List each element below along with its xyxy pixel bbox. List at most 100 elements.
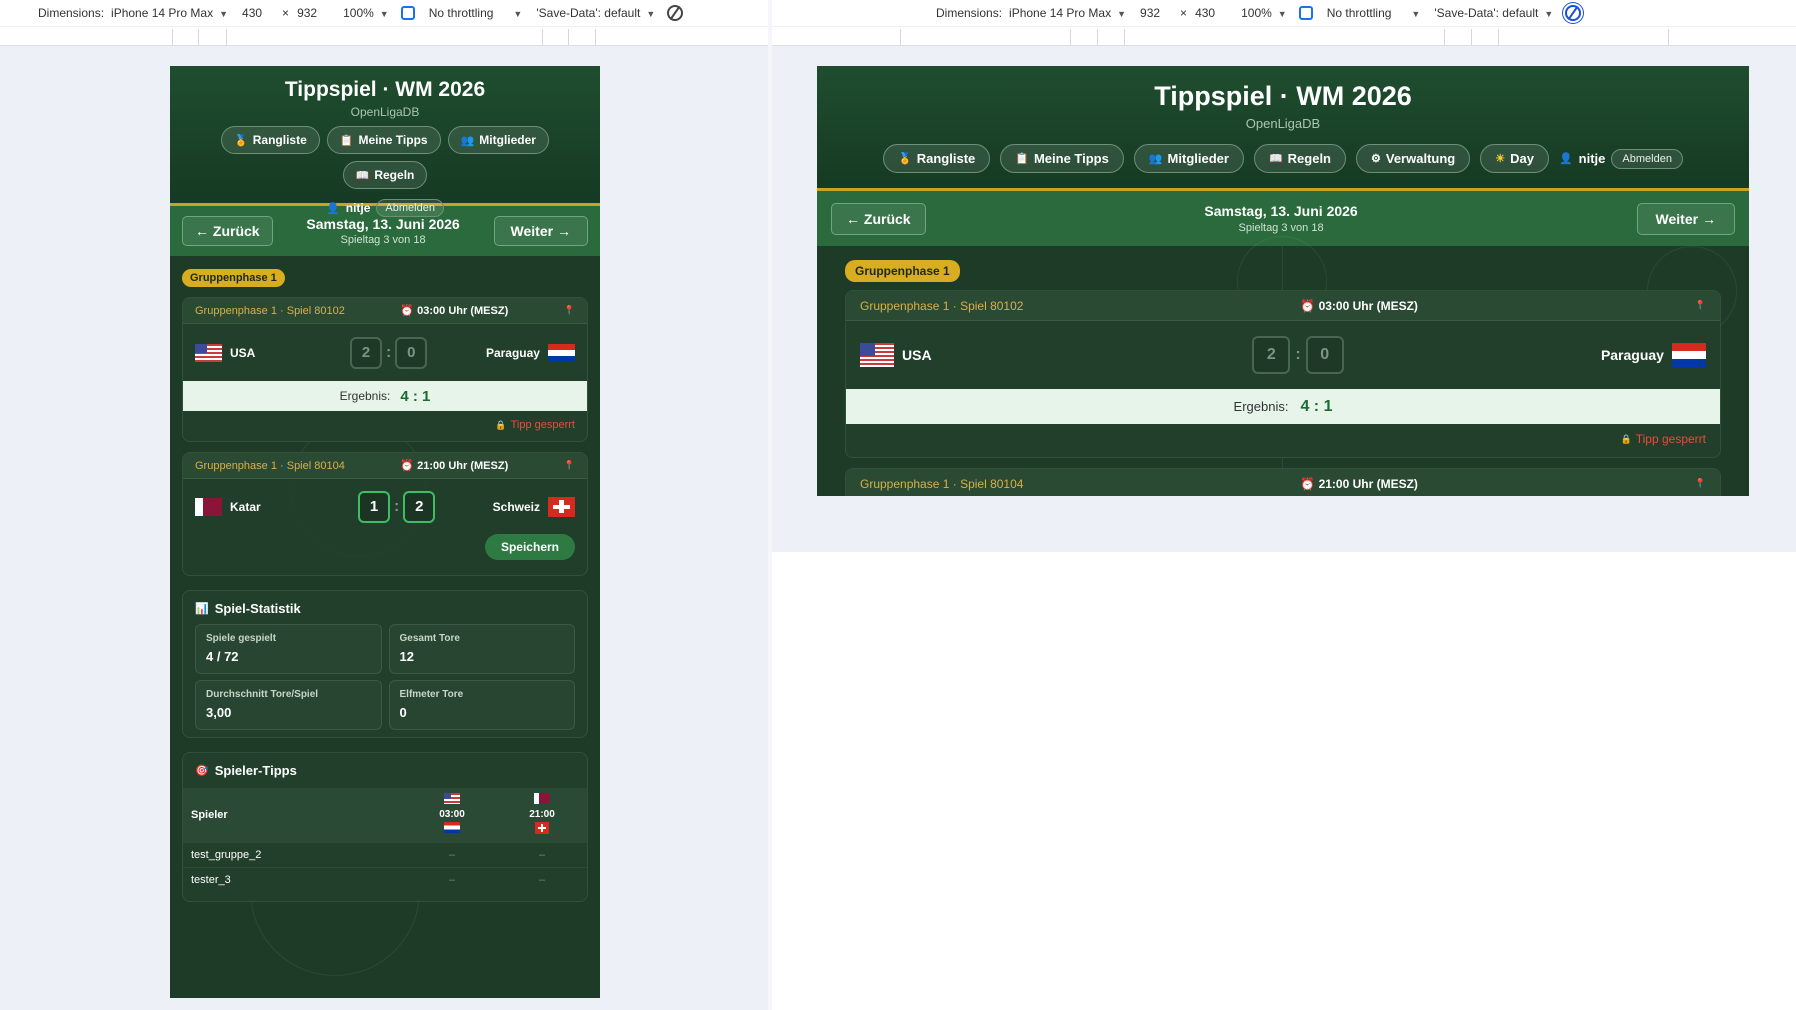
flag-switzerland-icon: [535, 821, 549, 834]
col-time: 03:00: [439, 809, 465, 821]
match-header: Gruppenphase 1 · Spiel 80104 ⏰ 21:00 Uhr…: [183, 453, 587, 479]
match-id: Gruppenphase 1 · Spiel 80102: [860, 298, 1024, 313]
nav-label: Regeln: [374, 168, 415, 182]
home-team: USA: [860, 343, 1060, 367]
app-subtitle: OpenLigaDB: [1245, 116, 1321, 131]
zoom-select[interactable]: 100% ▼: [343, 6, 389, 20]
theme-toggle-day[interactable]: ☀ Day: [1480, 144, 1549, 173]
home-team: Katar: [195, 497, 261, 516]
device-select[interactable]: iPhone 14 Pro Max ▼: [111, 6, 228, 20]
chevron-down-icon: ▼: [646, 9, 656, 19]
next-day-button[interactable]: Weiter →: [493, 216, 588, 246]
medal-icon: 🏅: [898, 153, 912, 165]
away-score-input[interactable]: 2: [403, 490, 436, 523]
score-colon: :: [385, 343, 392, 361]
nav-regeln[interactable]: 📖 Regeln: [1253, 144, 1346, 173]
main-nav: 🏅 Rangliste 📋 Meine Tipps 👥 Mitglieder 📖 Reg…: [170, 126, 600, 189]
prev-day-button[interactable]: ← Zurück: [182, 216, 273, 246]
nav-rangliste[interactable]: 🏅 Rangliste: [883, 144, 991, 173]
away-team-name: Schweiz: [492, 499, 540, 514]
away-team: Paraguay: [486, 343, 575, 362]
nav-meine-tipps[interactable]: 📋 Meine Tipps: [1000, 144, 1124, 173]
user-icon: 👤: [1558, 153, 1573, 165]
zoom-select[interactable]: 100% ▼: [1241, 6, 1287, 20]
save-data-value: 'Save-Data': default: [1434, 6, 1539, 20]
save-data-select[interactable]: 'Save-Data': default ▼: [536, 6, 655, 20]
throttling-value: No throttling: [428, 6, 494, 20]
home-score-input[interactable]: 2: [1252, 336, 1291, 374]
home-score-input[interactable]: 2: [349, 336, 382, 369]
match-row: Katar 1 : 2 Schweiz: [183, 479, 587, 534]
pin-icon: 📍: [1694, 478, 1706, 488]
prev-day-button[interactable]: ← Zurück: [831, 202, 926, 235]
tipp-cell: –: [407, 866, 497, 892]
nav-mitglieder[interactable]: 👥 Mitglieder: [447, 126, 549, 154]
player-tipps-panel: 🎯 Spieler-Tipps Spieler 03:00 21:00 test…: [182, 752, 588, 902]
away-score-input[interactable]: 0: [395, 336, 428, 369]
username: nitje: [345, 201, 371, 215]
chevron-down-icon: ▼: [1277, 9, 1287, 19]
result-bar: Ergebnis: 4 : 1: [183, 381, 587, 411]
width-field[interactable]: 430: [242, 6, 262, 20]
dimensions-label: Dimensions:: [936, 6, 1003, 20]
phase-badge: Gruppenphase 1: [845, 260, 960, 282]
match-row: USA 2 : 0 Paraguay: [846, 321, 1720, 389]
throttling-select[interactable]: No throttling ▼: [1327, 6, 1421, 20]
width-field[interactable]: 932: [1140, 6, 1160, 20]
flag-paraguay-icon: [444, 822, 460, 834]
save-row: Speichern: [183, 534, 587, 560]
save-data-value: 'Save-Data': default: [536, 6, 641, 20]
flag-usa-icon: [860, 343, 894, 367]
height-field[interactable]: 430: [1195, 6, 1215, 20]
nav-mitglieder[interactable]: 👥 Mitglieder: [1133, 144, 1244, 173]
match-header: Gruppenphase 1 · Spiel 80102 ⏰ 03:00 Uhr…: [846, 291, 1720, 321]
nav-verwaltung[interactable]: ⚙ Verwaltung: [1356, 144, 1471, 173]
users-icon: 👥: [1148, 153, 1163, 165]
throttling-select[interactable]: No throttling ▼: [429, 6, 523, 20]
height-field[interactable]: 932: [297, 6, 317, 20]
match-time: ⏰ 03:00 Uhr (MESZ): [1300, 299, 1418, 313]
fit-screen-icon[interactable]: [400, 6, 415, 20]
result-label: Ergebnis:: [1233, 399, 1289, 414]
phase-badge: Gruppenphase 1: [182, 269, 285, 287]
logout-button[interactable]: Abmelden: [376, 199, 444, 217]
score-inputs: 2 : 0: [1252, 336, 1344, 374]
nav-rangliste[interactable]: 🏅 Rangliste: [221, 126, 320, 154]
next-day-button[interactable]: Weiter →: [1636, 202, 1735, 235]
match-card: Gruppenphase 1 · Spiel 80104 ⏰ 21:00 Uhr…: [845, 468, 1721, 496]
device-select[interactable]: iPhone 14 Pro Max ▼: [1009, 6, 1126, 20]
time-text: 21:00 Uhr (MESZ): [1318, 476, 1418, 491]
nav-meine-tipps[interactable]: 📋 Meine Tipps: [326, 126, 441, 154]
score-colon: :: [394, 497, 400, 515]
times-sign: ×: [1180, 6, 1188, 20]
stat-label: Spiele gespielt: [206, 633, 277, 644]
save-button[interactable]: Speichern: [484, 534, 575, 560]
day-navigation: ← Zurück Samstag, 13. Juni 2026 Spieltag…: [817, 191, 1749, 246]
nav-label: Mitglieder: [1167, 151, 1229, 166]
away-score-input[interactable]: 0: [1305, 336, 1344, 374]
day-date: Samstag, 13. Juni 2026: [1204, 203, 1358, 219]
tipps-header-row: Spieler 03:00 21:00: [183, 788, 587, 842]
rotate-icon[interactable]: [667, 5, 684, 21]
flag-qatar-icon: [534, 792, 550, 804]
zoom-value: 100%: [343, 6, 374, 20]
home-team: USA: [195, 343, 255, 362]
time-text: 03:00 Uhr (MESZ): [417, 305, 509, 317]
home-score-input[interactable]: 1: [358, 490, 390, 523]
rotate-icon[interactable]: [1565, 5, 1582, 21]
player-name: tester_3: [183, 866, 407, 892]
save-data-select[interactable]: 'Save-Data': default ▼: [1434, 6, 1553, 20]
logout-button[interactable]: Abmelden: [1611, 148, 1683, 169]
nav-label: Rangliste: [252, 133, 307, 147]
match-content: Gruppenphase 1 Gruppenphase 1 · Spiel 80…: [817, 236, 1749, 496]
match-header: Gruppenphase 1 · Spiel 80104 ⏰ 21:00 Uhr…: [846, 469, 1720, 496]
match-card: Gruppenphase 1 · Spiel 80102 ⏰ 03:00 Uhr…: [182, 297, 588, 442]
dimensions-label: Dimensions:: [38, 6, 105, 20]
chevron-down-icon: ▼: [1117, 9, 1127, 19]
time-text: 21:00 Uhr (MESZ): [417, 460, 509, 472]
table-row: test_gruppe_2 – –: [183, 841, 587, 867]
fit-screen-icon[interactable]: [1298, 6, 1313, 20]
match-time: ⏰ 03:00 Uhr (MESZ): [400, 304, 508, 317]
nav-regeln[interactable]: 📖 Regeln: [342, 161, 428, 189]
away-team-name: Paraguay: [1600, 347, 1664, 363]
